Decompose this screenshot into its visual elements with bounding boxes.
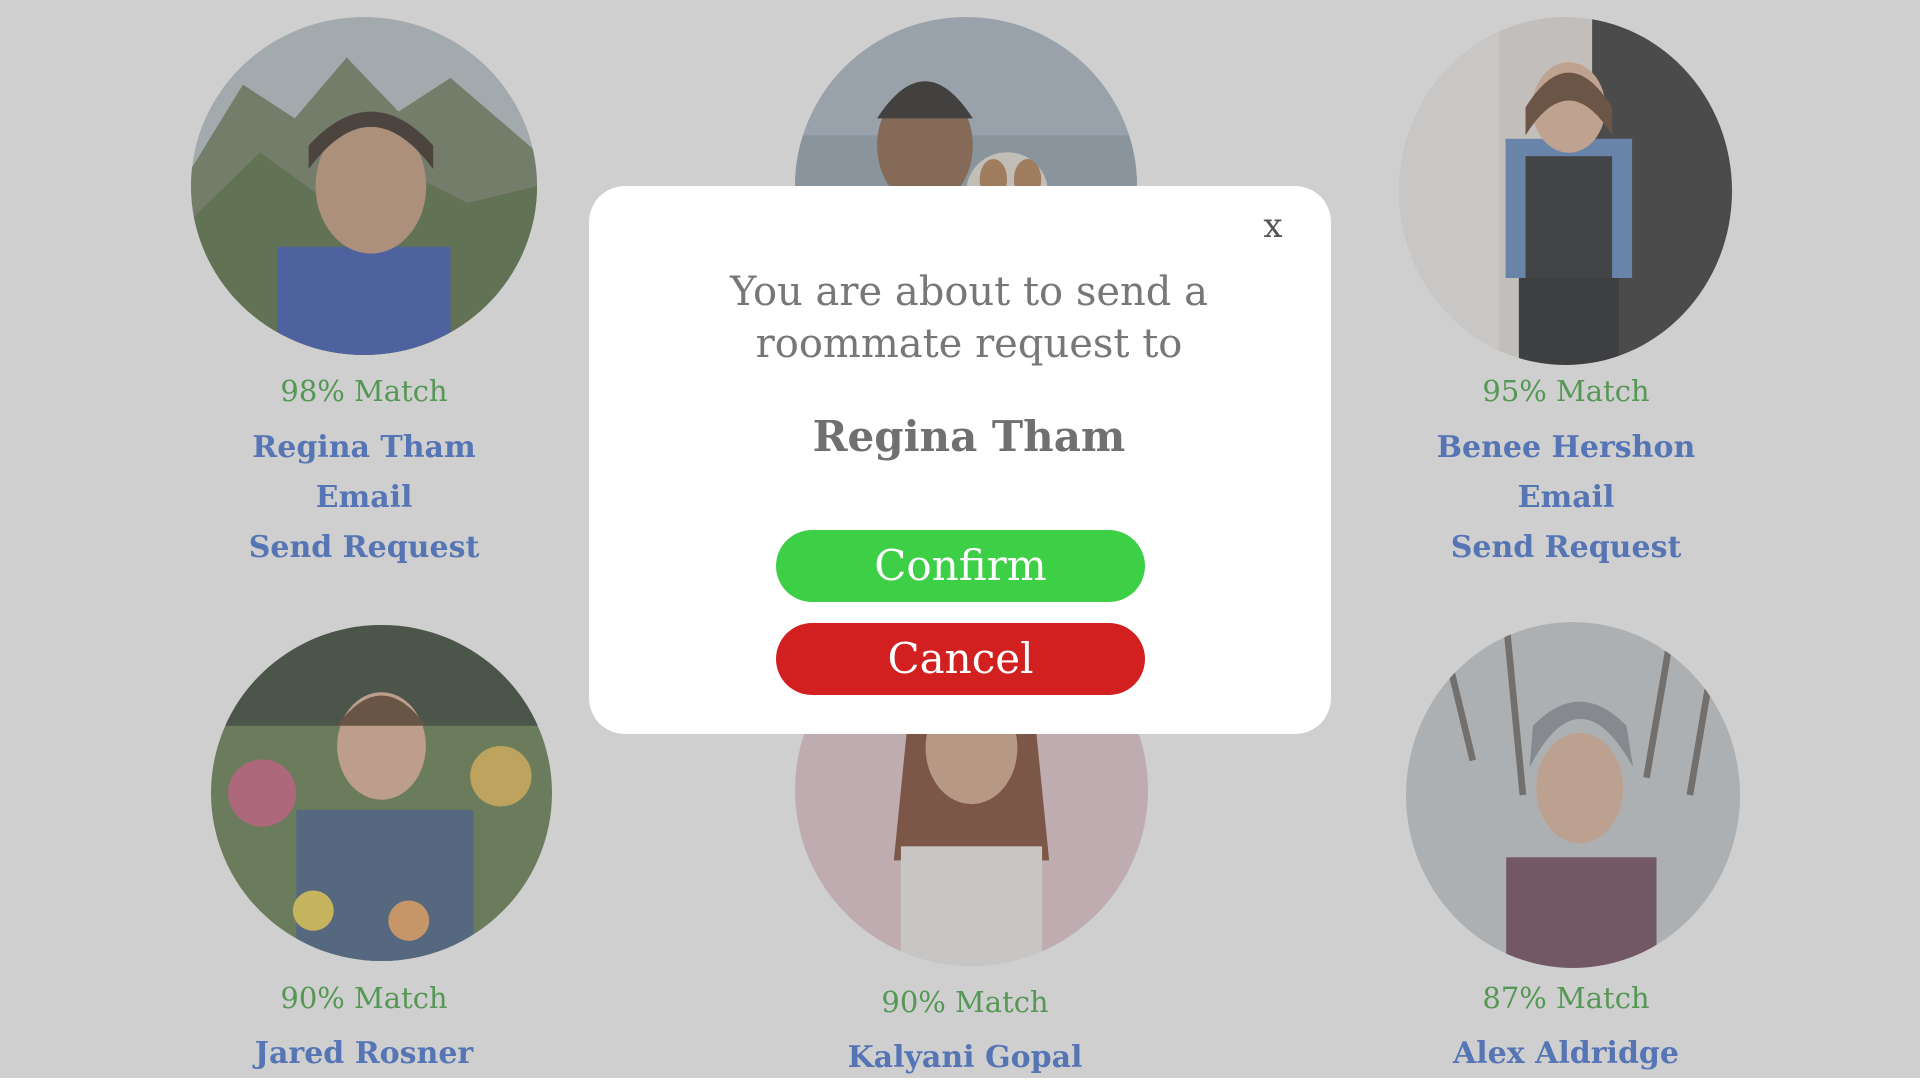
confirm-request-dialog: x You are about to send a roommate reque… xyxy=(589,186,1331,734)
close-icon[interactable]: x xyxy=(1253,206,1293,250)
cancel-button[interactable]: Cancel xyxy=(776,623,1145,695)
dialog-recipient-name: Regina Tham xyxy=(812,412,1126,461)
confirm-button[interactable]: Confirm xyxy=(776,530,1145,602)
dialog-message: You are about to send a roommate request… xyxy=(730,269,1208,367)
